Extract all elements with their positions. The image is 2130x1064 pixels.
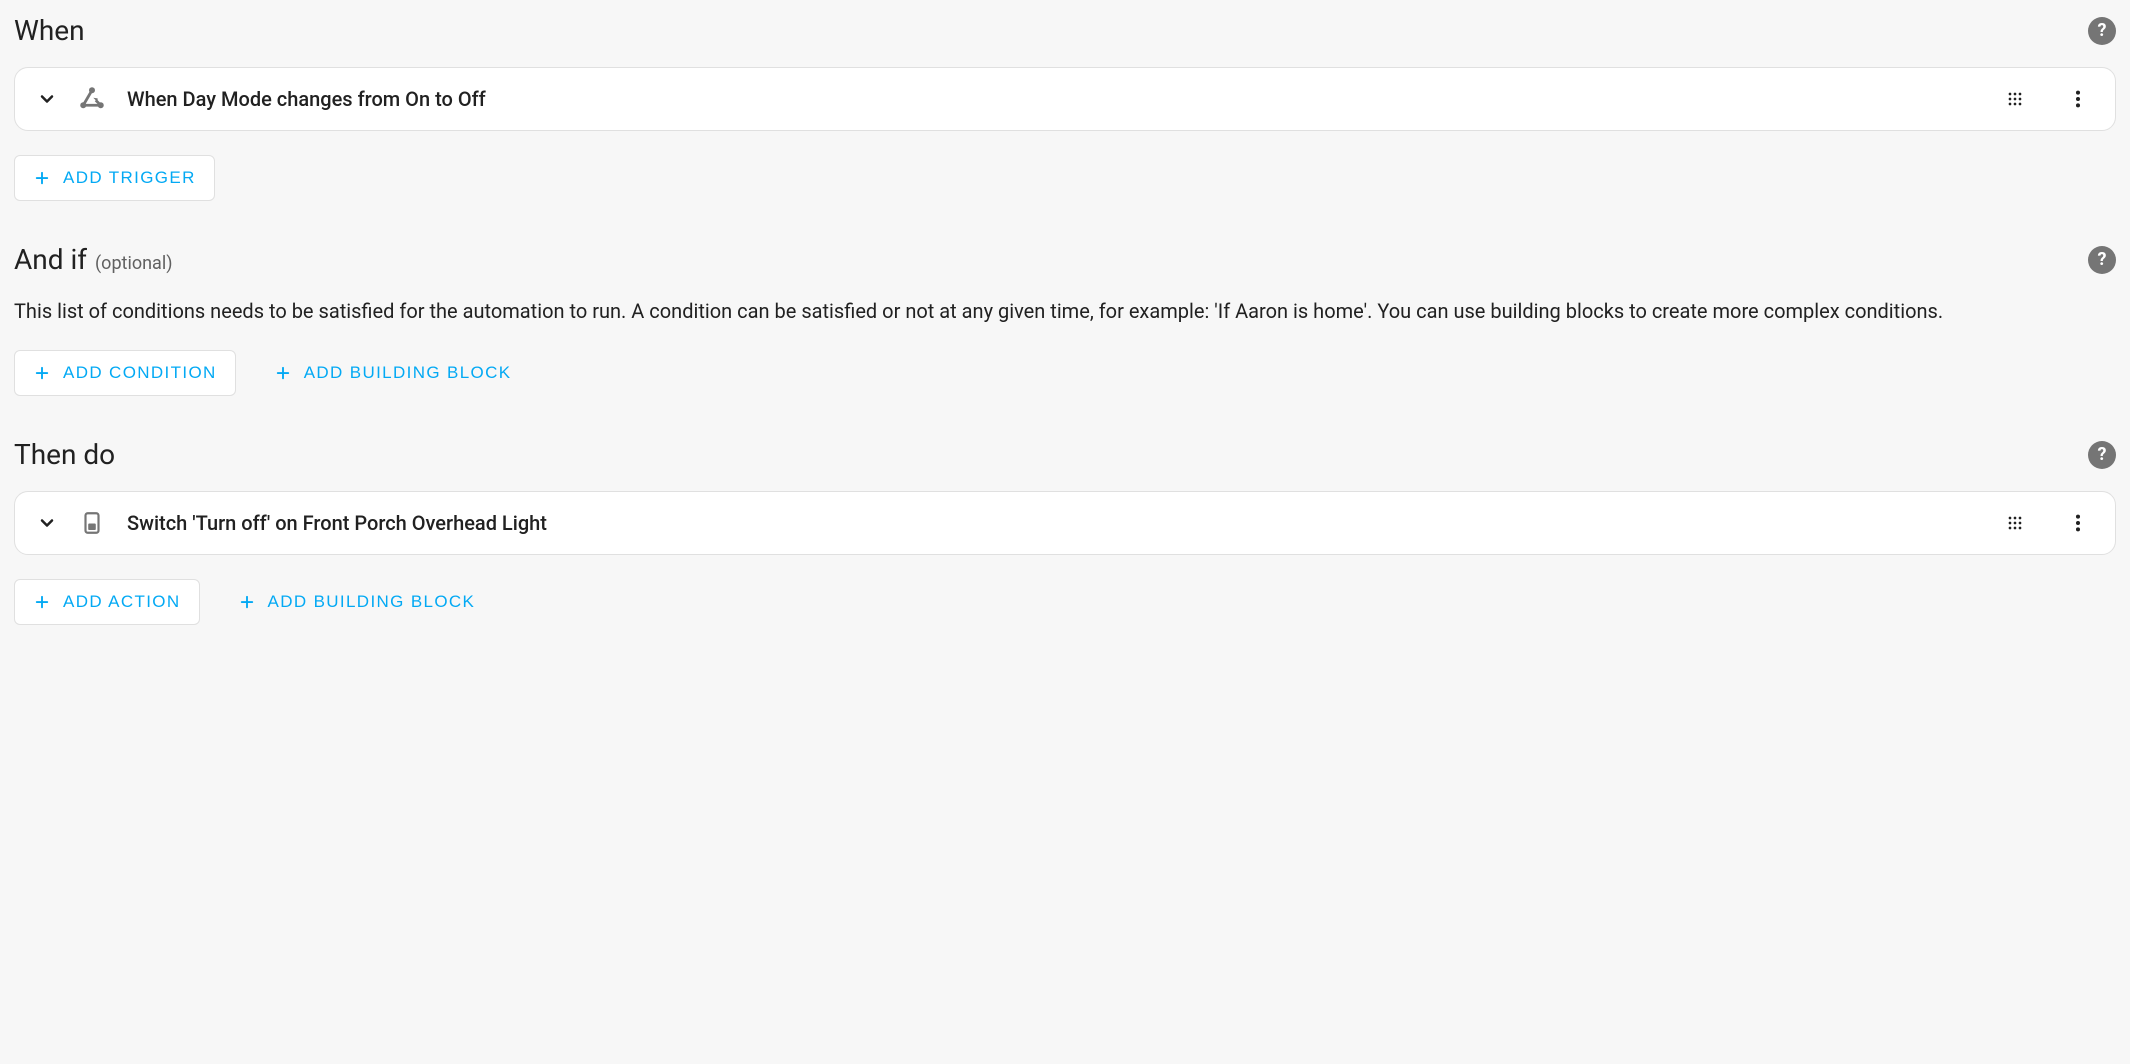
add-action-label: Add Action [63,592,181,612]
plus-icon [33,593,51,611]
drag-handle-icon[interactable] [2001,85,2029,113]
when-section: When ? When Day Mode changes from On to … [14,14,2116,201]
plus-icon [33,169,51,187]
trigger-label: When Day Mode changes from On to Off [127,87,1981,111]
andif-button-row: Add Condition Add Building Block [14,350,2116,396]
andif-header: And if (optional) ? [14,243,2116,276]
add-building-block-button[interactable]: Add Building Block [256,350,530,396]
more-menu-icon[interactable] [2063,84,2093,114]
add-building-block-label: Add Building Block [304,363,512,383]
trigger-card[interactable]: When Day Mode changes from On to Off [14,67,2116,131]
drag-handle-icon[interactable] [2001,509,2029,537]
thendo-button-row: Add Action Add Building Block [14,579,2116,625]
chevron-down-icon[interactable] [37,89,57,109]
plus-icon [238,593,256,611]
optional-label: (optional) [95,253,172,274]
help-icon[interactable]: ? [2088,246,2116,274]
andif-description: This list of conditions needs to be sati… [14,296,2116,326]
andif-title: And if (optional) [14,243,172,276]
when-button-row: Add Trigger [14,155,2116,201]
add-trigger-label: Add Trigger [63,168,196,188]
help-icon[interactable]: ? [2088,17,2116,45]
chevron-down-icon[interactable] [37,513,57,533]
plus-icon [33,364,51,382]
add-condition-button[interactable]: Add Condition [14,350,236,396]
thendo-section: Then do ? Switch 'Turn off' on Front Por… [14,438,2116,625]
add-action-button[interactable]: Add Action [14,579,200,625]
thendo-title: Then do [14,438,115,471]
thendo-header: Then do ? [14,438,2116,471]
action-label: Switch 'Turn off' on Front Porch Overhea… [127,511,1981,535]
add-building-block-label: Add Building Block [268,592,476,612]
andif-title-text: And if [14,243,87,276]
action-card[interactable]: Switch 'Turn off' on Front Porch Overhea… [14,491,2116,555]
plus-icon [274,364,292,382]
webhook-icon [77,84,107,114]
switch-icon [77,508,107,538]
add-trigger-button[interactable]: Add Trigger [14,155,215,201]
add-building-block-button[interactable]: Add Building Block [220,579,494,625]
more-menu-icon[interactable] [2063,508,2093,538]
add-condition-label: Add Condition [63,363,217,383]
help-icon[interactable]: ? [2088,441,2116,469]
andif-section: And if (optional) ? This list of conditi… [14,243,2116,396]
when-title: When [14,14,85,47]
when-header: When ? [14,14,2116,47]
